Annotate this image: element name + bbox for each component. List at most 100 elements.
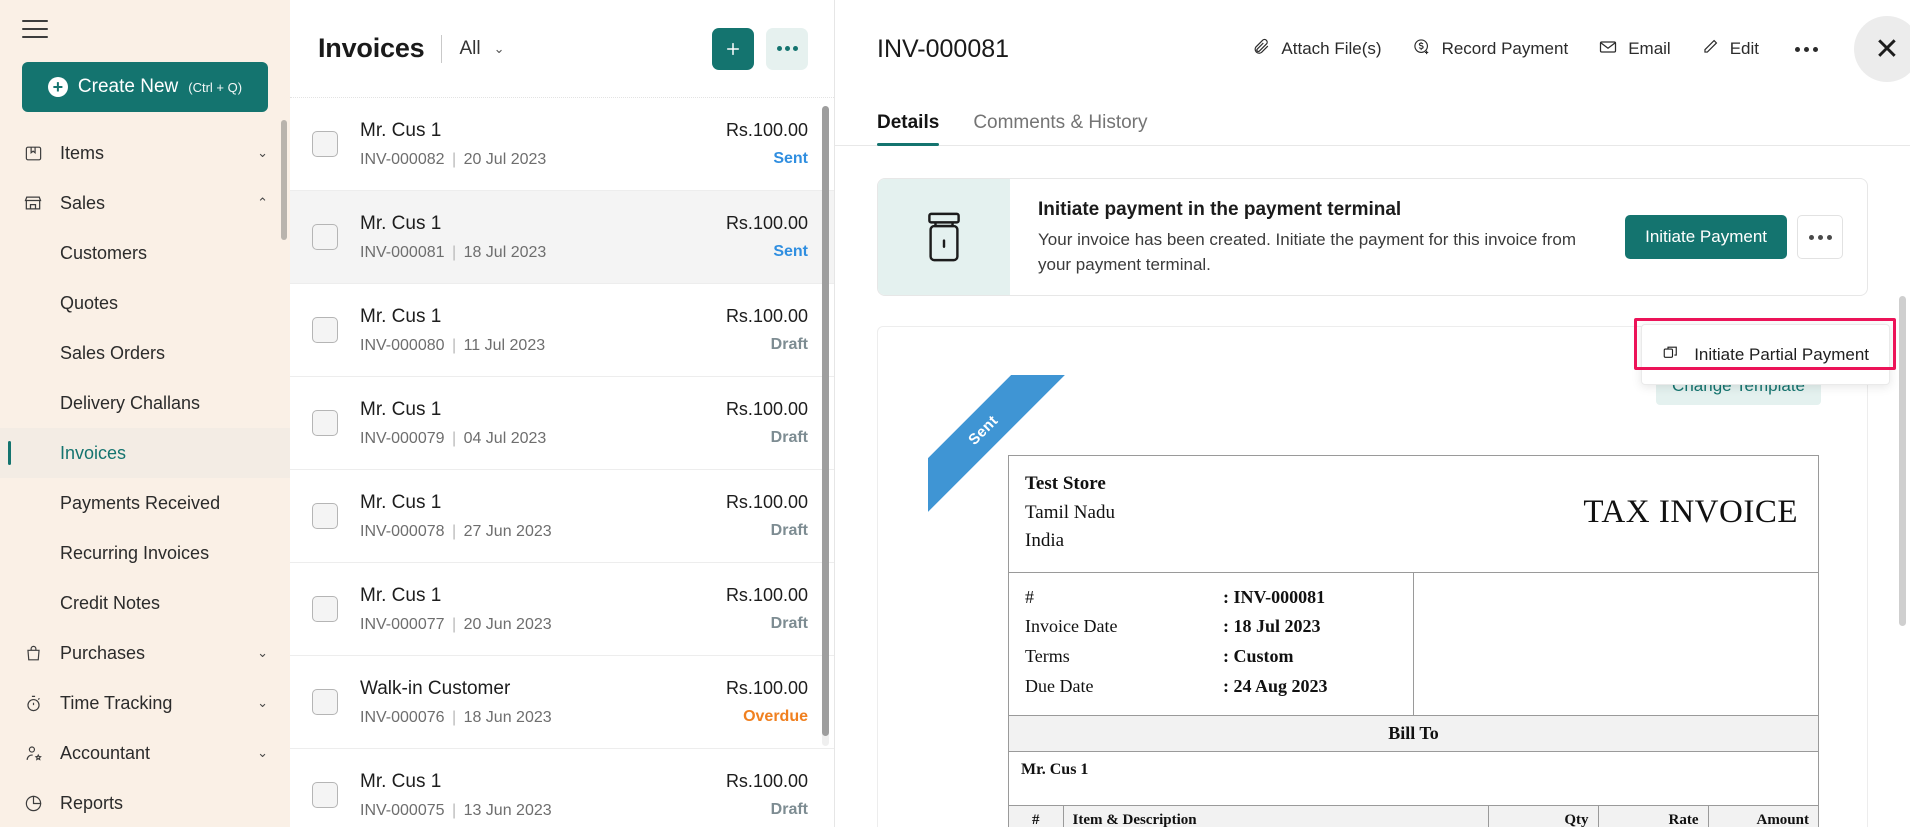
row-amount: Rs.100.00 xyxy=(726,585,808,606)
list-more-button[interactable] xyxy=(766,28,808,70)
sidebar-item-purchases[interactable]: Purchases ⌄ xyxy=(0,628,290,678)
sidebar-item-recurring-invoices[interactable]: Recurring Invoices xyxy=(0,528,290,578)
email-button[interactable]: Email xyxy=(1598,37,1671,62)
tab-comments-history[interactable]: Comments & History xyxy=(973,112,1147,145)
table-row[interactable]: Mr. Cus 1 INV-000080 | 11 Jul 2023 Rs.10… xyxy=(290,284,834,377)
row-meta: INV-000075 | 13 Jun 2023 xyxy=(360,802,552,820)
detail-scrollbar-thumb[interactable] xyxy=(1899,296,1906,626)
row-date: 13 Jun 2023 xyxy=(464,802,552,819)
banner-more-button[interactable] xyxy=(1797,215,1843,259)
sidebar-item-sales[interactable]: Sales ⌃ xyxy=(0,178,290,228)
row-checkbox[interactable] xyxy=(312,224,338,250)
bill-to-header: Bill To xyxy=(1009,715,1818,751)
chevron-down-icon: ⌄ xyxy=(257,745,268,761)
row-customer: Mr. Cus 1 xyxy=(360,120,546,142)
row-meta-separator: | xyxy=(448,616,461,633)
initiate-payment-button[interactable]: Initiate Payment xyxy=(1625,215,1787,259)
row-checkbox[interactable] xyxy=(312,596,338,622)
meta-value: : Custom xyxy=(1223,642,1294,672)
row-meta: INV-000076 | 18 Jun 2023 xyxy=(360,709,552,727)
list-scrollbar[interactable] xyxy=(822,106,829,746)
sidebar-item-customers[interactable]: Customers xyxy=(0,228,290,278)
row-customer: Walk-in Customer xyxy=(360,678,552,700)
detail-body: Initiate payment in the payment terminal… xyxy=(835,146,1910,827)
row-date: 27 Jun 2023 xyxy=(464,523,552,540)
row-customer: Mr. Cus 1 xyxy=(360,492,552,514)
invoice-list: Mr. Cus 1 INV-000082 | 20 Jul 2023 Rs.10… xyxy=(290,98,834,827)
title-divider xyxy=(441,35,442,63)
paperclip-icon xyxy=(1252,37,1271,61)
attach-files-button[interactable]: Attach File(s) xyxy=(1252,37,1381,61)
record-payment-button[interactable]: Record Payment xyxy=(1412,37,1569,62)
action-label: Email xyxy=(1628,39,1671,59)
action-label: Attach File(s) xyxy=(1281,39,1381,59)
copy-icon xyxy=(1662,343,1680,366)
close-icon[interactable]: ✕ xyxy=(1854,16,1910,82)
row-checkbox[interactable] xyxy=(312,317,338,343)
sidebar-item-credit-notes[interactable]: Credit Notes xyxy=(0,578,290,628)
table-row[interactable]: Mr. Cus 1 INV-000077 | 20 Jun 2023 Rs.10… xyxy=(290,563,834,656)
detail-scrollbar[interactable] xyxy=(1899,296,1906,827)
chevron-down-icon: ⌄ xyxy=(257,695,268,711)
table-row[interactable]: Mr. Cus 1 INV-000079 | 04 Jul 2023 Rs.10… xyxy=(290,377,834,470)
sidebar-item-quotes[interactable]: Quotes xyxy=(0,278,290,328)
row-checkbox[interactable] xyxy=(312,503,338,529)
action-label: Edit xyxy=(1730,39,1759,59)
list-header: Invoices All ⌄ xyxy=(290,0,834,98)
col-amount: Amount xyxy=(1708,806,1818,827)
sidebar-item-items[interactable]: Items ⌄ xyxy=(0,128,290,178)
pie-chart-icon xyxy=(20,792,46,814)
tab-details[interactable]: Details xyxy=(877,112,939,145)
banner-actions: Initiate Payment xyxy=(1625,179,1867,295)
table-row[interactable]: Walk-in Customer INV-000076 | 18 Jun 202… xyxy=(290,656,834,749)
row-meta-separator: | xyxy=(448,337,461,354)
initiate-partial-payment-menu-item[interactable]: Initiate Partial Payment xyxy=(1642,335,1889,374)
sidebar-item-invoices[interactable]: Invoices xyxy=(0,428,290,478)
store-line2: India xyxy=(1025,527,1115,556)
status-badge: Draft xyxy=(771,522,808,540)
row-checkbox[interactable] xyxy=(312,782,338,808)
sidebar-item-label: Purchases xyxy=(60,643,145,664)
add-invoice-button[interactable] xyxy=(712,28,754,70)
sidebar-item-accountant[interactable]: Accountant ⌄ xyxy=(0,728,290,778)
list-filter-dropdown[interactable]: All ⌄ xyxy=(459,38,504,60)
create-new-button[interactable]: + Create New (Ctrl + Q) xyxy=(22,62,268,112)
row-amount: Rs.100.00 xyxy=(726,120,808,141)
dollar-circle-plus-icon xyxy=(1412,37,1432,62)
hamburger-menu-icon[interactable] xyxy=(22,14,62,44)
row-checkbox[interactable] xyxy=(312,689,338,715)
row-checkbox[interactable] xyxy=(312,410,338,436)
table-row[interactable]: Mr. Cus 1 INV-000081 | 18 Jul 2023 Rs.10… xyxy=(290,191,834,284)
app-root: + Create New (Ctrl + Q) Items ⌄ Sales ⌃ … xyxy=(0,0,1910,827)
action-label: Record Payment xyxy=(1442,39,1569,59)
sidebar-item-label: Sales Orders xyxy=(60,343,165,364)
row-amount: Rs.100.00 xyxy=(726,492,808,513)
table-row[interactable]: Mr. Cus 1 INV-000082 | 20 Jul 2023 Rs.10… xyxy=(290,98,834,191)
sidebar-scrollbar[interactable] xyxy=(281,120,287,820)
meta-key: Invoice Date xyxy=(1025,612,1223,642)
sidebar-item-label: Invoices xyxy=(60,443,126,464)
store-line1: Tamil Nadu xyxy=(1025,499,1115,528)
row-customer: Mr. Cus 1 xyxy=(360,213,546,235)
edit-button[interactable]: Edit xyxy=(1701,37,1759,61)
sidebar-item-payments-received[interactable]: Payments Received xyxy=(0,478,290,528)
row-meta-separator: | xyxy=(448,430,461,447)
row-customer: Mr. Cus 1 xyxy=(360,585,552,607)
table-row[interactable]: Mr. Cus 1 INV-000075 | 13 Jun 2023 Rs.10… xyxy=(290,749,834,827)
sidebar-item-delivery-challans[interactable]: Delivery Challans xyxy=(0,378,290,428)
status-badge: Draft xyxy=(771,429,808,447)
meta-row: Due Date: 24 Aug 2023 xyxy=(1025,672,1397,702)
row-meta: INV-000078 | 27 Jun 2023 xyxy=(360,523,552,541)
table-row[interactable]: Mr. Cus 1 INV-000078 | 27 Jun 2023 Rs.10… xyxy=(290,470,834,563)
detail-header: INV-000081 Attach File(s) Record Payment xyxy=(835,0,1910,98)
meta-key: # xyxy=(1025,583,1223,613)
invoice-list-pane: Invoices All ⌄ Mr. Cus 1 INV-00008 xyxy=(290,0,835,827)
detail-more-button[interactable] xyxy=(1789,41,1824,58)
sidebar-item-sales-orders[interactable]: Sales Orders xyxy=(0,328,290,378)
document-meta: #: INV-000081 Invoice Date: 18 Jul 2023 … xyxy=(1009,572,1818,716)
sidebar-item-time-tracking[interactable]: Time Tracking ⌄ xyxy=(0,678,290,728)
sidebar-scrollbar-thumb[interactable] xyxy=(281,120,287,240)
sidebar-item-reports[interactable]: Reports xyxy=(0,778,290,827)
list-scrollbar-thumb[interactable] xyxy=(822,106,829,736)
row-checkbox[interactable] xyxy=(312,131,338,157)
